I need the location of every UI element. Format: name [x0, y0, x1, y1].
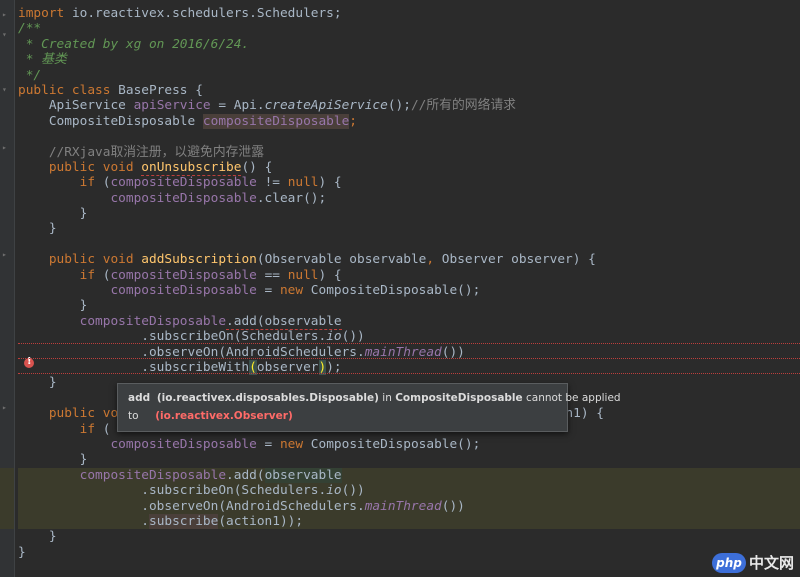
code-line: /**	[18, 21, 42, 37]
code-line: .observeOn(AndroidSchedulers.mainThread(…	[0, 498, 800, 515]
fold-icon[interactable]: ▸	[2, 403, 10, 412]
code-line: * Created by xg on 2016/6/24.	[18, 36, 250, 52]
code-line: .subscribeWith(observer));	[18, 359, 800, 375]
code-line: //RXjava取消注册，以避免内存泄露	[18, 144, 265, 160]
code-line: compositeDisposable.add(observable	[0, 467, 800, 484]
code-line: .subscribeOn(Schedulers.io())	[18, 329, 800, 344]
watermark: php 中文网	[711, 552, 794, 573]
fold-icon[interactable]: ▸	[2, 143, 10, 152]
watermark-text: 中文网	[748, 554, 794, 572]
fold-icon[interactable]: ▾	[2, 85, 10, 94]
fold-icon[interactable]: ▸	[2, 250, 10, 259]
code-line: import io.reactivex.schedulers.Scheduler…	[18, 6, 342, 21]
code-line: }	[18, 298, 88, 314]
code-line: }	[18, 529, 57, 545]
fold-icon[interactable]: ▸	[2, 10, 10, 19]
code-line: if (compositeDisposable != null) {	[18, 175, 342, 191]
fold-icon[interactable]: ▾	[2, 30, 10, 39]
code-line: public class BasePress {	[18, 82, 203, 98]
code-line: ApiService apiService = Api.createApiSer…	[18, 98, 516, 114]
code-line: .subscribeOn(Schedulers.io())	[0, 483, 800, 499]
code-line: .subscribe(action1));	[0, 513, 800, 530]
code-line: CompositeDisposable compositeDisposable;	[18, 113, 358, 129]
code-line: compositeDisposable = new CompositeDispo…	[18, 436, 481, 452]
code-editor[interactable]: import io.reactivex.schedulers.Scheduler…	[0, 6, 800, 560]
code-line: compositeDisposable.clear();	[18, 190, 327, 206]
code-line: * 基类	[18, 52, 67, 68]
php-logo: php	[711, 552, 746, 573]
error-tooltip: add (io.reactivex.disposables.Disposable…	[117, 383, 621, 432]
gutter-divider	[14, 0, 15, 577]
code-line: }	[18, 206, 88, 222]
code-line: */	[18, 67, 42, 83]
code-line: compositeDisposable.add(observable	[18, 313, 342, 330]
code-line: if (compositeDisposable == null) {	[18, 267, 342, 283]
code-line: }	[18, 452, 88, 468]
code-line: compositeDisposable = new CompositeDispo…	[18, 283, 481, 299]
tooltip-message: add (io.reactivex.disposables.Disposable…	[128, 392, 621, 404]
code-line: .observeOn(AndroidSchedulers.mainThread(…	[18, 345, 800, 360]
code-line: }	[18, 221, 57, 237]
code-line: }	[18, 544, 26, 560]
code-line: public void onUnsubscribe() {	[18, 159, 273, 176]
code-line: public void addSubscription(Observable o…	[18, 252, 596, 268]
tooltip-message-detail: to (io.reactivex.Observer)	[128, 410, 293, 422]
